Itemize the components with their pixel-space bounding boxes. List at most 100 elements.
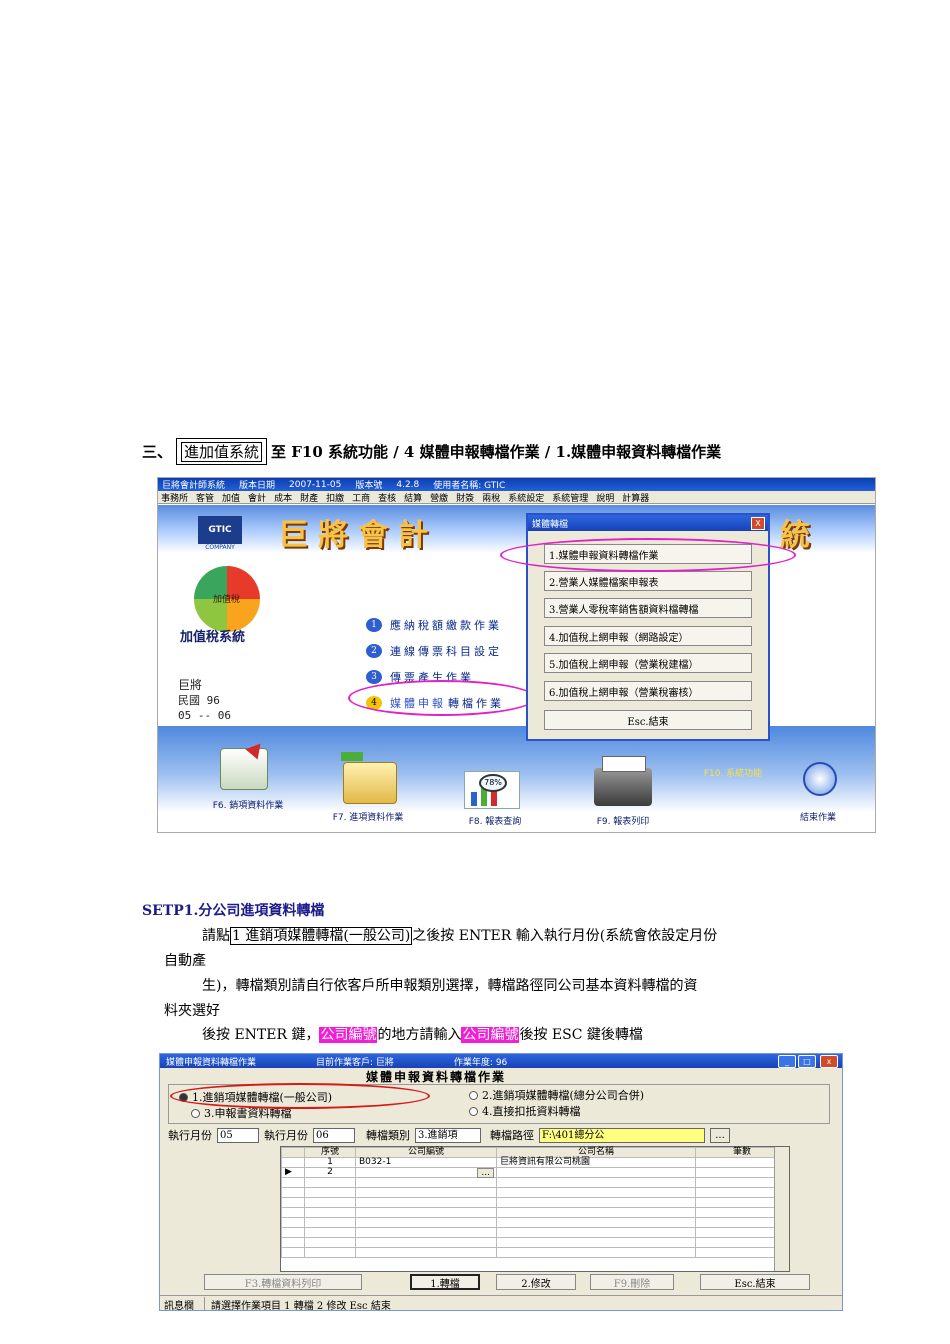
exit-label[interactable]: 結束作業 [778, 810, 858, 823]
minimize-icon[interactable]: _ [778, 1055, 796, 1068]
window-title: 媒體申報資料轉檔作業 [166, 1057, 257, 1068]
dialog-exit-button[interactable]: Esc.結束 [544, 710, 752, 730]
modify-button[interactable]: 2.修改 [496, 1274, 576, 1290]
radio-label: 2.進銷項媒體轉檔(總分公司合併) [482, 1089, 645, 1102]
printer-icon[interactable] [594, 756, 652, 806]
menu-item[interactable]: 客管 [196, 491, 214, 504]
menu-item[interactable]: 財產 [300, 491, 318, 504]
dialog-option-6[interactable]: 6.加值稅上網申報（營業稅審核） [544, 681, 752, 701]
browse-button[interactable]: ... [710, 1127, 730, 1143]
menu-item[interactable]: 工商 [352, 491, 370, 504]
cell-company-name: 巨將資訊有限公司桃園 [496, 1157, 696, 1168]
version-number: 4.2.8 [396, 479, 420, 490]
menu-item[interactable]: 兩稅 [482, 491, 500, 504]
menu-item[interactable]: 說明 [596, 491, 614, 504]
menu-item[interactable]: 扣繳 [326, 491, 344, 504]
menu-item[interactable]: 財簽 [456, 491, 474, 504]
radio-icon [191, 1108, 200, 1118]
work-year: 作業年度: 96 [453, 1057, 508, 1068]
exit-runner-icon[interactable] [803, 762, 837, 796]
exit-button[interactable]: Esc.結束 [700, 1274, 810, 1290]
menu-item[interactable]: 系統設定 [508, 491, 544, 504]
roc-year: 民國 96 [178, 694, 220, 707]
grid-cell [355, 1247, 497, 1258]
menu-item[interactable]: 會計 [248, 491, 266, 504]
menu-item[interactable]: 營繳 [430, 491, 448, 504]
grid-cell [496, 1247, 696, 1258]
conversion-type-input[interactable]: 3.進銷項 [415, 1127, 481, 1143]
menu-item[interactable]: 系統管理 [552, 491, 588, 504]
gtic-logo: GTIC [198, 516, 242, 544]
menu-item[interactable]: 事務所 [161, 491, 188, 504]
grid-cell [355, 1227, 497, 1238]
close-icon[interactable]: X [751, 517, 765, 530]
lookup-button[interactable]: ... [477, 1168, 494, 1178]
f6-label[interactable]: F6. 銷項資料作業 [188, 798, 308, 811]
step-title: SETP1.分公司進項資料轉檔 [142, 903, 325, 919]
menu-option-1[interactable]: 1 應納稅額繳款作業 [366, 612, 504, 638]
table-row[interactable]: ▶ 2 ... [281, 1167, 789, 1178]
grid-cell [304, 1177, 356, 1188]
purchase-folder-icon[interactable] [343, 762, 397, 804]
menu-option-2[interactable]: 2 連線傳票科目設定 [366, 638, 504, 664]
dialog-option-5[interactable]: 5.加值稅上網申報（營業稅建檔） [544, 653, 752, 673]
grid-header-row: 序號 公司編號 公司名稱 筆數 [281, 1147, 789, 1158]
cell-company-code[interactable]: ... [355, 1167, 497, 1178]
table-row[interactable]: 1 B032-1 巨將資訊有限公司桃園 [281, 1157, 789, 1168]
convert-button[interactable]: 1.轉檔 [410, 1274, 480, 1290]
menu-item[interactable]: 結算 [404, 491, 422, 504]
banner-title: 巨將會計 [278, 518, 438, 553]
menu-item[interactable]: 成本 [274, 491, 292, 504]
text-run: 之後按 ENTER 輸入執行月份(系統會依設定月份 [412, 928, 718, 944]
grid-cell [355, 1177, 497, 1188]
step-paragraph-3: 後按 ENTER 鍵，公司編號的地方請輸入公司編號後按 ESC 鍵後轉檔 [202, 1024, 643, 1044]
grid-cell [281, 1217, 305, 1228]
radio-merged-company[interactable]: 2.進銷項媒體轉檔(總分公司合併) [469, 1087, 644, 1103]
table-row [281, 1217, 789, 1228]
grid-cell [496, 1207, 696, 1218]
menu-option-label: 應納稅額繳款作業 [390, 619, 502, 632]
version-date-label: 版本日期 [239, 481, 276, 491]
dialog-option-2[interactable]: 2.營業人媒體檔案申報表 [544, 571, 752, 591]
version-date: 2007-11-05 [289, 479, 342, 490]
form-title-bar: 媒體申報資料轉檔作業 目前作業客戶: 巨將 作業年度: 96 _ □ x [160, 1054, 842, 1068]
delete-button[interactable]: F9.刪除 [590, 1274, 674, 1290]
cell-company-code[interactable]: B032-1 [355, 1157, 497, 1168]
f10-label[interactable]: F10. 系統功能 [678, 766, 788, 779]
radio-icon [469, 1090, 478, 1100]
step-paragraph-1: 請點 1 進銷項媒體轉檔(一般公司) 之後按 ENTER 輸入執行月份(系統會依設定… [202, 925, 717, 945]
grid-cell [304, 1207, 356, 1218]
grid-header: 公司編號 [355, 1147, 497, 1158]
report-chart-icon[interactable]: 78% [464, 771, 520, 809]
highlight-ellipse [170, 1083, 430, 1109]
exec-month-to-input[interactable]: 06 [313, 1127, 355, 1143]
f7-label[interactable]: F7. 進項資料作業 [308, 810, 428, 823]
close-icon[interactable]: x [820, 1055, 838, 1068]
dialog-option-3[interactable]: 3.營業人零稅率銷售額資料檔轉檔 [544, 598, 752, 618]
exec-month-from-input[interactable]: 05 [217, 1127, 259, 1143]
pie-logo-label: 加值稅 [213, 595, 241, 605]
dialog-option-4[interactable]: 4.加值稅上網申報（網路設定） [544, 626, 752, 646]
table-row [281, 1237, 789, 1248]
grid-cell [355, 1197, 497, 1208]
menu-item[interactable]: 查核 [378, 491, 396, 504]
menu-item[interactable]: 加值 [222, 491, 240, 504]
company-grid: 序號 公司編號 公司名稱 筆數 1 B032-1 巨將資訊有限公司桃園 ▶ 2 [280, 1146, 790, 1272]
step-paragraph-2-cont: 料夾選好 [164, 1003, 220, 1019]
text-run: 後按 ESC 鍵後轉檔 [519, 1027, 643, 1043]
table-row [281, 1227, 789, 1238]
text-run: 後按 ENTER 鍵， [202, 1027, 320, 1043]
conversion-path-input[interactable]: F:\401總分公 [539, 1127, 705, 1143]
radio-direct-deduction[interactable]: 4.直接扣抵資料轉檔 [469, 1103, 581, 1119]
grid-cell [355, 1217, 497, 1228]
grid-scrollbar[interactable] [774, 1147, 789, 1271]
print-data-button[interactable]: F3.轉檔資料列印 [204, 1274, 362, 1290]
grid-header: 公司名稱 [496, 1147, 696, 1158]
menu-item[interactable]: 計算器 [622, 491, 649, 504]
f8-label[interactable]: F8. 報表查詢 [440, 814, 550, 827]
grid-cell [355, 1187, 497, 1198]
maximize-icon[interactable]: □ [798, 1055, 816, 1068]
status-label: 訊息欄 [164, 1300, 194, 1311]
f9-label[interactable]: F9. 報表列印 [568, 814, 678, 827]
boxed-option-name: 1 進銷項媒體轉檔(一般公司) [230, 927, 413, 945]
